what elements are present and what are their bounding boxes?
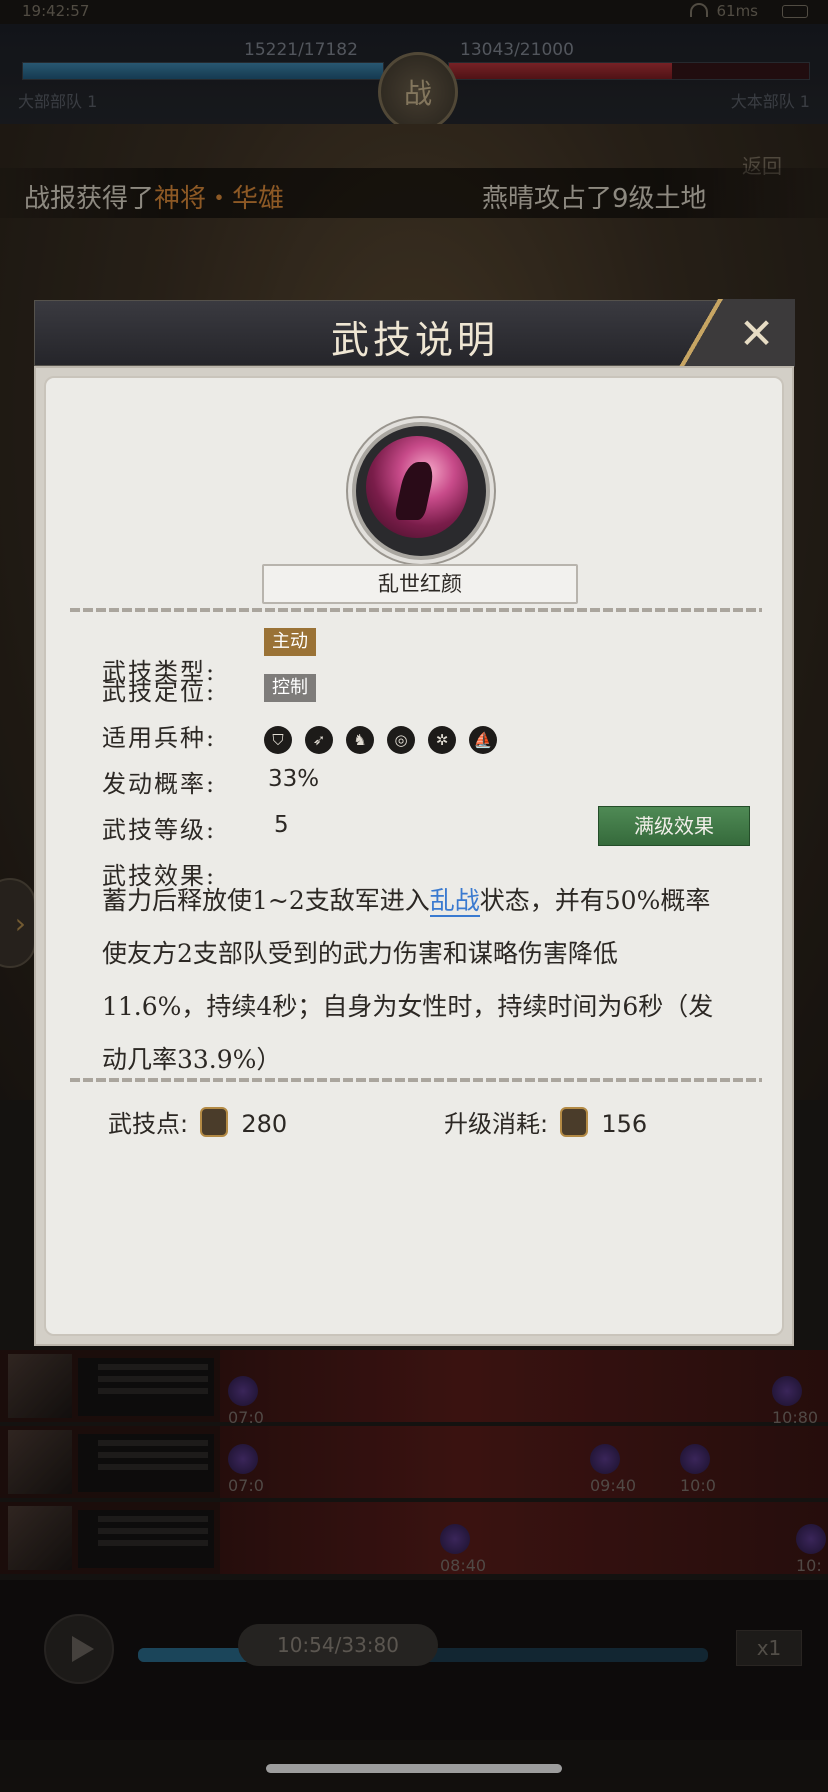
- close-icon: ✕: [739, 309, 775, 358]
- horse-icon: ♞: [346, 726, 374, 754]
- ship-icon: ⛵: [469, 726, 497, 754]
- skill-dialog: 武技说明 ✕ 乱世红颜 武技类型: 主动 武技定位: 控制 适用兵种: ⛉ ➶ ♞ ◎…: [34, 299, 795, 1346]
- troops-label: 适用兵种:: [102, 724, 217, 752]
- bow-icon: ◎: [387, 726, 415, 754]
- level-label: 武技等级:: [102, 816, 217, 844]
- dialog-panel: 乱世红颜 武技类型: 主动 武技定位: 控制 适用兵种: ⛉ ➶ ♞ ◎ ✲ ⛵ 发动概率…: [44, 376, 784, 1336]
- dialog-header: 武技说明 ✕: [34, 299, 795, 367]
- skill-portrait: [352, 422, 490, 560]
- chaos-status-link[interactable]: 乱战: [429, 886, 480, 917]
- skill-name: 乱世红颜: [262, 564, 578, 604]
- role-tag: 控制: [264, 674, 316, 702]
- divider: [70, 1078, 762, 1082]
- chance-value: 33%: [268, 766, 320, 792]
- role-label: 武技定位:: [102, 678, 217, 706]
- divider: [70, 608, 762, 612]
- points-label: 武技点:: [108, 1110, 189, 1138]
- close-button[interactable]: ✕: [673, 299, 795, 367]
- type-tag: 主动: [264, 628, 316, 656]
- dialog-body: 乱世红颜 武技类型: 主动 武技定位: 控制 适用兵种: ⛉ ➶ ♞ ◎ ✲ ⛵ 发动概率…: [34, 366, 794, 1346]
- skill-point-icon: [199, 1107, 228, 1137]
- upgrade-label: 升级消耗:: [444, 1110, 549, 1138]
- points-value: 280: [241, 1110, 288, 1138]
- wheel-icon: ✲: [428, 726, 456, 754]
- chance-label: 发动概率:: [102, 770, 217, 798]
- skill-point-icon: [559, 1107, 588, 1137]
- skill-description: 蓄力后释放使1~2支敌军进入乱战状态，并有50%概率使友方2支部队受到的武力伤害…: [102, 886, 714, 1074]
- max-effect-button[interactable]: 满级效果: [598, 806, 750, 846]
- upgrade-value: 156: [601, 1110, 648, 1138]
- upgrade-cost: 升级消耗: 156: [444, 1104, 647, 1139]
- shield-icon: ⛉: [264, 726, 292, 754]
- troop-icons: ⛉ ➶ ♞ ◎ ✲ ⛵: [264, 726, 510, 754]
- skill-points: 武技点: 280: [108, 1104, 287, 1139]
- spear-icon: ➶: [305, 726, 333, 754]
- level-value: 5: [274, 812, 289, 838]
